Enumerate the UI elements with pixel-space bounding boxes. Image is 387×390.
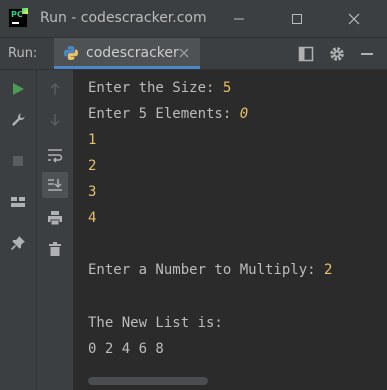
print-button[interactable] bbox=[42, 205, 68, 231]
maximize-window-button[interactable] bbox=[274, 0, 320, 37]
user-input: 5 bbox=[222, 80, 232, 96]
soft-wrap-icon bbox=[48, 149, 63, 163]
close-icon bbox=[348, 13, 360, 24]
console-line: Enter 5 Elements: 0 bbox=[88, 106, 249, 122]
arrow-down-icon bbox=[50, 114, 60, 127]
run-label: Run: bbox=[8, 46, 38, 61]
close-tab-icon[interactable] bbox=[178, 47, 190, 59]
console-line: The New List is: bbox=[88, 315, 223, 331]
print-icon bbox=[48, 211, 62, 226]
scroll-to-end-button[interactable] bbox=[42, 172, 68, 198]
wrench-icon bbox=[12, 113, 25, 126]
console-line: 4 bbox=[88, 210, 96, 226]
up-stack-trace-button[interactable] bbox=[42, 76, 68, 102]
user-input: 1 bbox=[88, 132, 97, 148]
horizontal-scrollbar[interactable] bbox=[88, 377, 208, 385]
logo-text: PC bbox=[11, 10, 23, 19]
toolbar-divider bbox=[36, 70, 37, 390]
trash-icon bbox=[49, 242, 61, 256]
stop-icon bbox=[13, 156, 23, 166]
console-line: Enter a Number to Multiply: 2 bbox=[88, 262, 333, 278]
console-line: 2 bbox=[88, 158, 96, 174]
user-input: 2 bbox=[88, 158, 97, 174]
soft-wrap-button[interactable] bbox=[42, 142, 68, 168]
pin-tab-button[interactable] bbox=[5, 230, 31, 256]
console-output[interactable]: Enter the Size: 5 Enter 5 Elements: 0 1 … bbox=[74, 70, 387, 390]
rerun-button[interactable] bbox=[5, 76, 31, 102]
clear-all-button[interactable] bbox=[42, 236, 68, 262]
user-input: 4 bbox=[88, 210, 97, 226]
console-line: 3 bbox=[88, 184, 96, 200]
minimize-icon bbox=[234, 18, 244, 19]
console-line: Enter the Size: 5 bbox=[88, 80, 232, 96]
maximize-icon bbox=[292, 13, 302, 24]
run-toolbar bbox=[0, 70, 74, 390]
pin-icon bbox=[10, 236, 25, 251]
title-bar: PC Run - codescracker.com bbox=[0, 0, 387, 37]
layout-icon[interactable] bbox=[297, 45, 315, 63]
run-tab-label: codescracker bbox=[86, 45, 179, 61]
run-tool-window-header: Run: codescracker bbox=[0, 37, 387, 70]
edit-configuration-button[interactable] bbox=[5, 107, 31, 133]
down-stack-trace-button[interactable] bbox=[42, 107, 68, 133]
gear-icon[interactable] bbox=[328, 45, 346, 63]
minimize-panel-icon[interactable] bbox=[358, 45, 376, 63]
user-input: 0 bbox=[239, 106, 249, 122]
run-tab-codescracker[interactable]: codescracker bbox=[54, 38, 200, 69]
console-line: 1 bbox=[88, 132, 96, 148]
window-title: Run - codescracker.com bbox=[40, 10, 207, 26]
python-icon bbox=[64, 46, 78, 60]
minimize-window-button[interactable] bbox=[216, 0, 262, 37]
user-input: 3 bbox=[88, 184, 97, 200]
arrow-up-icon bbox=[50, 82, 60, 95]
console-line: 0 2 4 6 8 bbox=[88, 341, 164, 357]
restore-layout-button[interactable] bbox=[5, 189, 31, 215]
close-window-button[interactable] bbox=[331, 0, 377, 37]
stop-button[interactable] bbox=[5, 148, 31, 174]
run-icon bbox=[13, 83, 24, 95]
scroll-to-end-icon bbox=[48, 179, 62, 191]
user-input: 2 bbox=[324, 262, 333, 278]
layout-icon bbox=[11, 197, 25, 207]
pycharm-logo: PC bbox=[8, 8, 28, 28]
